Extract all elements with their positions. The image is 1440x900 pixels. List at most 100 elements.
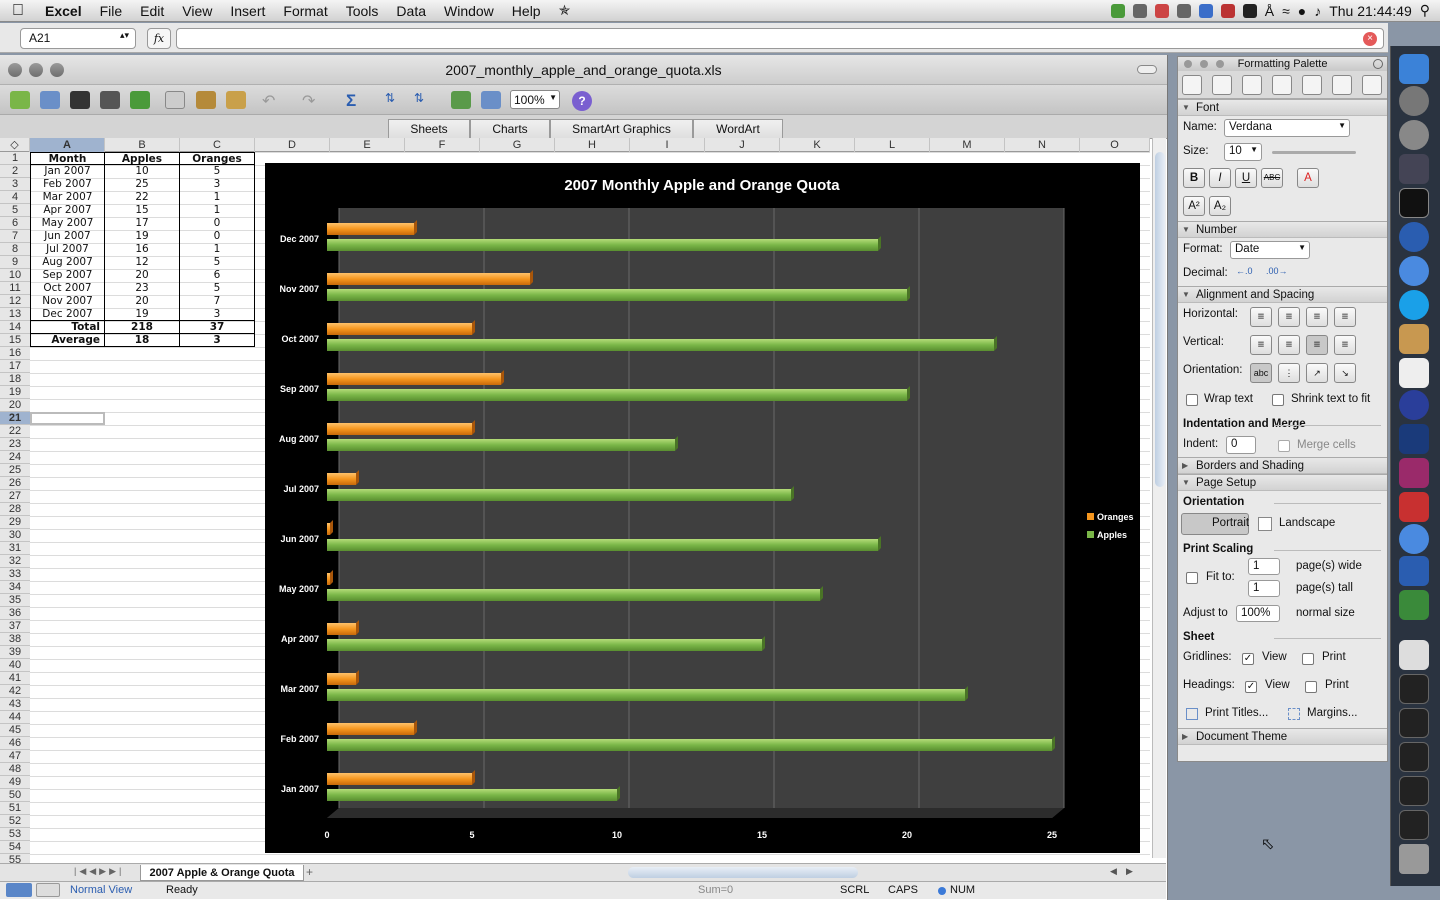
table-cell[interactable]: Mar 2007 — [30, 191, 105, 204]
sheet-tab[interactable]: 2007 Apple & Orange Quota — [140, 865, 304, 881]
table-cell[interactable]: 25 — [105, 178, 180, 191]
table-cell[interactable]: Jan 2007 — [30, 165, 105, 178]
document-icon[interactable] — [1399, 640, 1429, 670]
portrait-button[interactable]: Portrait — [1181, 513, 1249, 535]
palette-collapse-icon[interactable] — [1373, 59, 1383, 69]
font-color-button[interactable]: A — [1297, 168, 1319, 188]
clock[interactable]: Thu 21:44:49 — [1329, 3, 1412, 19]
table-cell[interactable]: 3 — [180, 334, 255, 347]
document-theme-section[interactable]: Document Theme — [1178, 728, 1387, 745]
row-header[interactable]: 35 — [0, 594, 30, 607]
redo-icon[interactable]: ↷ — [302, 91, 322, 110]
table-cell[interactable]: Aug 2007 — [30, 256, 105, 269]
normal-view-icon[interactable] — [6, 883, 32, 897]
menu-format[interactable]: Format — [274, 3, 336, 19]
skype-icon[interactable] — [1399, 290, 1429, 320]
table-cell[interactable]: Oct 2007 — [30, 282, 105, 295]
table-cell[interactable]: 37 — [180, 321, 255, 334]
network-icon[interactable] — [1399, 222, 1429, 252]
column-header[interactable]: G — [480, 138, 555, 152]
app-icon[interactable] — [1399, 154, 1429, 184]
margins-icon[interactable] — [1288, 708, 1300, 720]
font-size-select[interactable]: 10 ▼ — [1224, 143, 1262, 161]
table-cell[interactable]: Apples — [105, 152, 180, 165]
spy-icon[interactable] — [1242, 3, 1257, 18]
projects-icon[interactable] — [1362, 75, 1382, 95]
sheet-nav-icons[interactable]: |◀◀▶▶| — [74, 866, 124, 877]
shrink-text-checkbox[interactable] — [1272, 394, 1284, 406]
object-palette-icon[interactable] — [1212, 75, 1232, 95]
table-cell[interactable]: Total — [30, 321, 105, 334]
table-cell[interactable]: Feb 2007 — [30, 178, 105, 191]
strikethrough-button[interactable]: ABC — [1261, 168, 1283, 188]
row-header[interactable]: 13 — [0, 308, 30, 321]
row-header[interactable]: 29 — [0, 516, 30, 529]
row-header[interactable]: 48 — [0, 763, 30, 776]
menu-view[interactable]: View — [173, 3, 221, 19]
indent-input[interactable]: 0 — [1226, 436, 1256, 454]
page-layout-view-icon[interactable] — [36, 883, 60, 897]
select-all-icon[interactable]: ◇ — [0, 138, 30, 152]
table-cell[interactable]: 1 — [180, 243, 255, 256]
tab-smartart[interactable]: SmartArt Graphics — [550, 119, 693, 139]
align-vertical-justify-icon[interactable]: ≡ — [1334, 335, 1356, 355]
print-icon[interactable] — [100, 91, 120, 109]
script-menu-icon[interactable]: ✯ — [550, 2, 580, 19]
gallery-icon[interactable] — [451, 91, 471, 109]
table-cell[interactable]: 5 — [180, 165, 255, 178]
table-cell[interactable]: 19 — [105, 230, 180, 243]
gridlines-print-checkbox[interactable] — [1302, 653, 1314, 665]
column-header[interactable]: L — [855, 138, 930, 152]
table-cell[interactable]: 18 — [105, 334, 180, 347]
excel-icon[interactable] — [1399, 590, 1429, 620]
row-header[interactable]: 32 — [0, 555, 30, 568]
scroll-right-icon[interactable]: ▶ — [1126, 866, 1133, 877]
menu-window[interactable]: Window — [435, 3, 503, 19]
row-header[interactable]: 14 — [0, 321, 30, 334]
number-section[interactable]: Number — [1178, 221, 1387, 238]
superscript-button[interactable]: A² — [1183, 196, 1205, 216]
row-header[interactable]: 26 — [0, 477, 30, 490]
formula-input[interactable]: × — [176, 28, 1384, 49]
column-header[interactable]: E — [330, 138, 405, 152]
row-header[interactable]: 41 — [0, 672, 30, 685]
calendar-icon[interactable] — [1399, 358, 1429, 388]
minimized-window-icon[interactable] — [1399, 708, 1429, 738]
row-header[interactable]: 3 — [0, 178, 30, 191]
table-cell[interactable]: 6 — [180, 269, 255, 282]
activity-icon[interactable] — [1154, 3, 1169, 18]
sort-descending-icon[interactable]: ⇅ — [414, 91, 434, 109]
row-header[interactable]: 28 — [0, 503, 30, 516]
row-header[interactable]: 12 — [0, 295, 30, 308]
orientation-angle-icon[interactable]: ↗ — [1306, 363, 1328, 383]
import-icon[interactable] — [130, 91, 150, 109]
tab-sheets[interactable]: Sheets — [388, 119, 470, 139]
sort-ascending-icon[interactable]: ⇅ — [385, 91, 405, 109]
underline-button[interactable]: U — [1235, 168, 1257, 188]
display-icon[interactable] — [1198, 3, 1213, 18]
row-header[interactable]: 23 — [0, 438, 30, 451]
table-cell[interactable]: 5 — [180, 282, 255, 295]
table-cell[interactable]: 0 — [180, 230, 255, 243]
column-header[interactable]: N — [1005, 138, 1080, 152]
toolbox-icon[interactable] — [481, 91, 501, 109]
battery-icon[interactable] — [1176, 3, 1191, 18]
settings-icon[interactable] — [1399, 120, 1429, 150]
volume-icon[interactable]: ♪ — [1314, 3, 1321, 19]
status-app-icon[interactable] — [1110, 3, 1125, 18]
row-header[interactable]: 16 — [0, 347, 30, 360]
print-titles-icon[interactable] — [1186, 708, 1198, 720]
menu-tools[interactable]: Tools — [337, 3, 388, 19]
margins-button[interactable]: Margins... — [1307, 707, 1358, 719]
name-box[interactable]: A21 ▴▾ — [20, 28, 136, 49]
row-header[interactable]: 8 — [0, 243, 30, 256]
row-header[interactable]: 39 — [0, 646, 30, 659]
row-header[interactable]: 51 — [0, 802, 30, 815]
headings-view-checkbox[interactable]: ✓ — [1245, 681, 1257, 693]
autosum-icon[interactable]: Σ — [346, 91, 366, 110]
menu-insert[interactable]: Insert — [221, 3, 274, 19]
row-header[interactable]: 25 — [0, 464, 30, 477]
new-workbook-icon[interactable] — [10, 91, 30, 109]
column-header[interactable]: C — [180, 138, 255, 152]
row-header[interactable]: 45 — [0, 724, 30, 737]
